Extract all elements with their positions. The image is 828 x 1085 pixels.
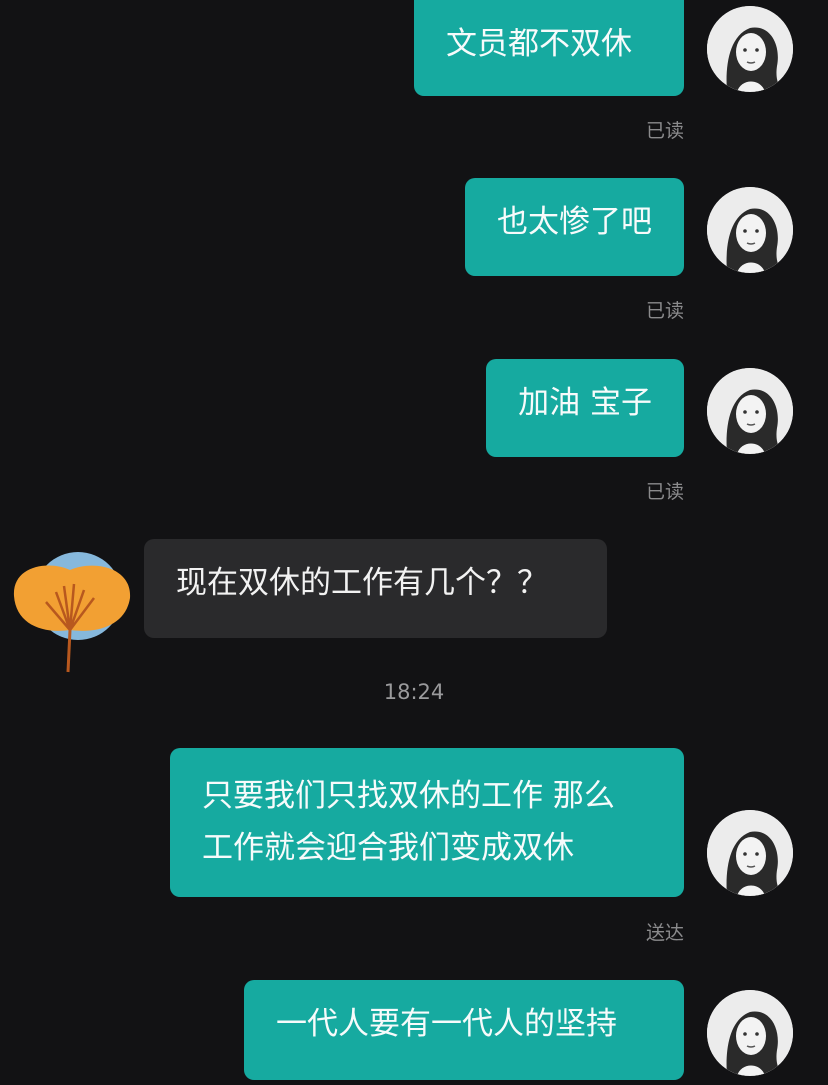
message-bubble-incoming[interactable]: 现在双休的工作有几个？？ bbox=[144, 539, 607, 638]
self-avatar-icon[interactable] bbox=[707, 810, 793, 896]
read-status: 已读 bbox=[645, 300, 684, 322]
self-avatar-icon[interactable] bbox=[707, 990, 793, 1076]
message-bubble-outgoing[interactable]: 加油 宝子 bbox=[486, 359, 684, 457]
message-bubble-outgoing[interactable]: 一代人要有一代人的坚持 bbox=[244, 980, 684, 1080]
message-bubble-outgoing[interactable]: 也太惨了吧 bbox=[465, 178, 684, 276]
read-status: 已读 bbox=[645, 481, 684, 503]
message-timestamp: 18:24 bbox=[383, 680, 445, 704]
contact-avatar-ginkgo-icon[interactable] bbox=[8, 546, 136, 676]
self-avatar-icon[interactable] bbox=[707, 187, 793, 273]
self-avatar-icon[interactable] bbox=[707, 6, 793, 92]
delivered-status: 送达 bbox=[645, 922, 684, 944]
read-status: 已读 bbox=[645, 120, 684, 142]
message-bubble-outgoing[interactable]: 只要我们只找双休的工作 那么 工作就会迎合我们变成双休 bbox=[170, 748, 684, 897]
self-avatar-icon[interactable] bbox=[707, 368, 793, 454]
message-line: 只要我们只找双休的工作 那么 bbox=[202, 778, 615, 814]
message-line: 工作就会迎合我们变成双休 bbox=[202, 830, 574, 866]
message-bubble-outgoing[interactable]: 文员都不双休 bbox=[414, 0, 684, 96]
